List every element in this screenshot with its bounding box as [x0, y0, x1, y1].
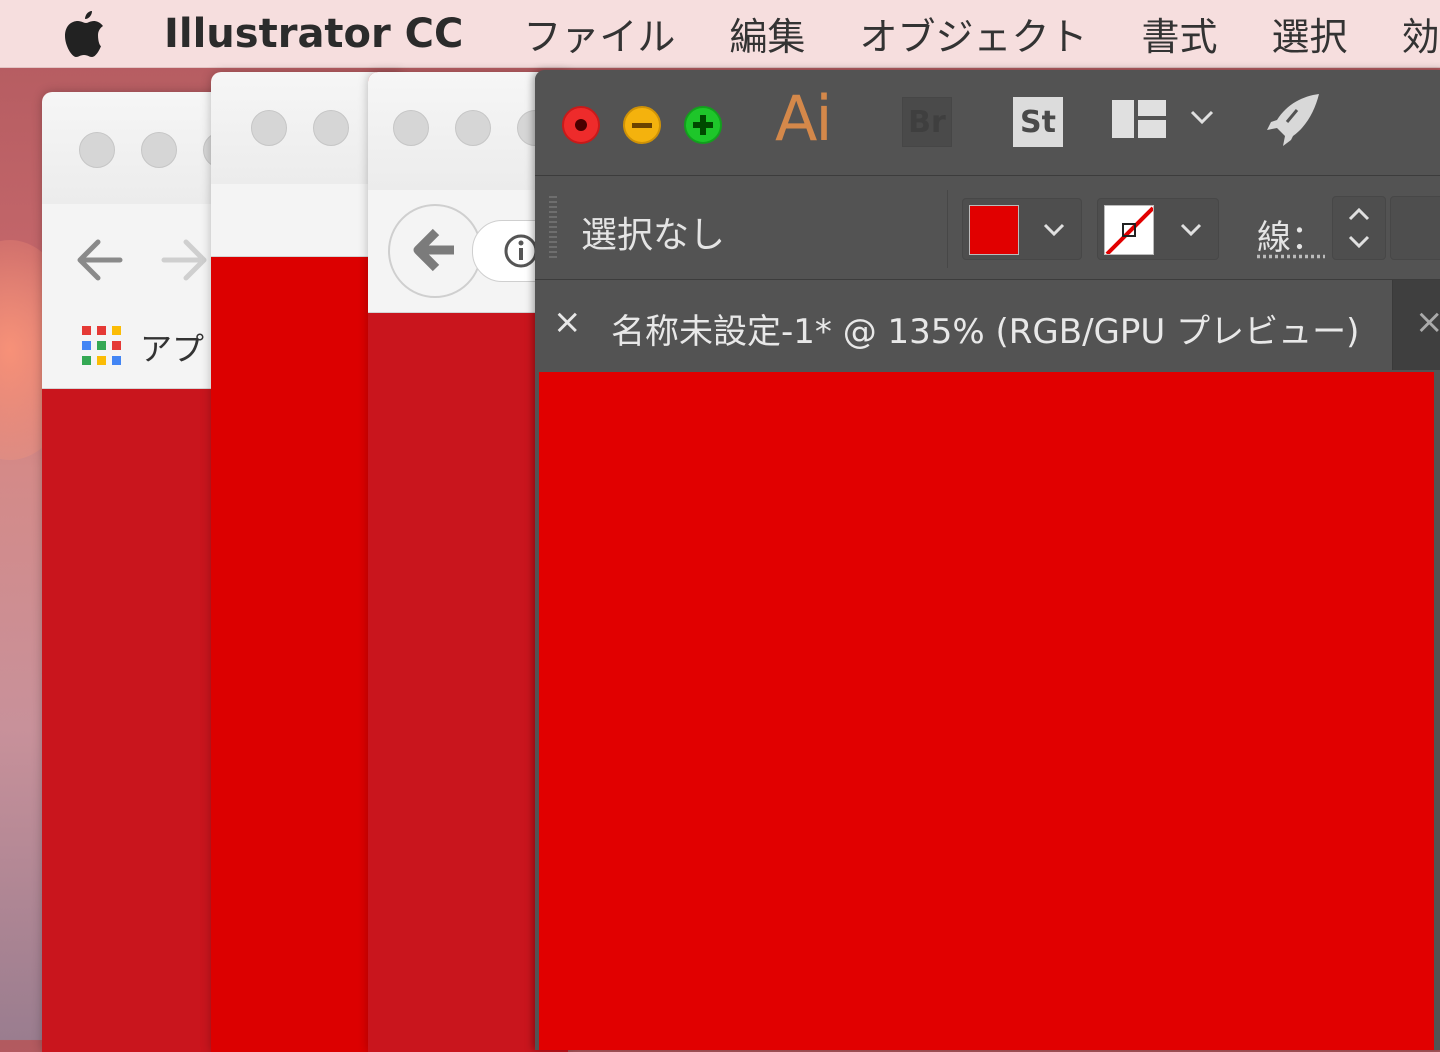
no-stroke-icon: [1105, 206, 1153, 254]
stroke-weight-label[interactable]: 線：: [1257, 210, 1325, 259]
minimize-button[interactable]: [623, 106, 661, 144]
app-header: Ai Br St: [535, 70, 1440, 176]
minimize-button[interactable]: [455, 110, 491, 146]
minimize-dash-icon: [625, 108, 659, 142]
zoom-button[interactable]: [684, 106, 722, 144]
menu-effect[interactable]: 効: [1401, 6, 1439, 61]
document-tab[interactable]: × 名称未設定-1* @ 135% (RGB/GPU プレビュー): [535, 280, 1393, 370]
illustrator-window[interactable]: Ai Br St 選択なし 線： × 名称未設定-1* @ 135% (RGB/…: [535, 70, 1440, 1050]
minimize-button[interactable]: [313, 110, 349, 146]
chevron-down-icon[interactable]: [1189, 108, 1215, 126]
bookmark-apps-label[interactable]: アプ: [140, 324, 204, 370]
control-bar: 選択なし 線：: [535, 176, 1440, 280]
artboard-canvas[interactable]: [539, 372, 1434, 1050]
selection-status-label: 選択なし: [581, 215, 726, 256]
menu-object[interactable]: オブジェクト: [859, 6, 1087, 61]
stroke-weight-field[interactable]: [1390, 196, 1440, 260]
back-circle-icon[interactable]: [386, 202, 484, 300]
bridge-button[interactable]: Br: [902, 97, 952, 147]
chevron-down-icon[interactable]: [1176, 215, 1206, 245]
workspace-layout-icon[interactable]: [1112, 100, 1166, 138]
minimize-button[interactable]: [141, 132, 177, 168]
ai-app-logo: Ai: [775, 82, 833, 155]
stock-button[interactable]: St: [1013, 97, 1063, 147]
document-tab-title[interactable]: 名称未設定-1* @ 135% (RGB/GPU プレビュー): [611, 304, 1359, 353]
fill-color-control[interactable]: [962, 198, 1082, 260]
close-button[interactable]: [79, 132, 115, 168]
menu-edit[interactable]: 編集: [729, 6, 805, 61]
menu-app-name[interactable]: Illustrator CC: [164, 11, 463, 57]
stepper-arrows-icon[interactable]: [1345, 203, 1373, 253]
menu-file[interactable]: ファイル: [523, 6, 675, 61]
tab-close-icon[interactable]: ×: [553, 302, 582, 342]
chevron-down-icon[interactable]: [1039, 215, 1069, 245]
panel-grip[interactable]: [549, 196, 557, 260]
close-button[interactable]: [251, 110, 287, 146]
divider: [947, 190, 948, 268]
info-icon[interactable]: [503, 233, 539, 269]
stroke-color-control[interactable]: [1097, 198, 1219, 260]
apps-grid-icon[interactable]: [82, 326, 122, 366]
back-arrow-icon[interactable]: [74, 238, 124, 282]
menu-select[interactable]: 選択: [1271, 6, 1347, 61]
zoom-plus-icon: [686, 108, 720, 142]
menubar: Illustrator CC ファイル 編集 オブジェクト 書式 選択 効: [0, 0, 1440, 68]
tab-close-icon[interactable]: ×: [1415, 302, 1440, 342]
forward-arrow-icon[interactable]: [160, 238, 210, 282]
apple-logo-icon[interactable]: [62, 9, 106, 59]
menu-type[interactable]: 書式: [1141, 6, 1217, 61]
stroke-weight-stepper[interactable]: [1332, 196, 1386, 260]
document-tab-bar: × 名称未設定-1* @ 135% (RGB/GPU プレビュー) ×: [535, 280, 1440, 370]
close-button[interactable]: [393, 110, 429, 146]
fill-swatch[interactable]: [969, 205, 1019, 255]
share-rocket-icon[interactable]: [1267, 92, 1321, 146]
close-dot-icon: [564, 108, 598, 142]
close-button[interactable]: [562, 106, 600, 144]
stroke-swatch[interactable]: [1104, 205, 1154, 255]
